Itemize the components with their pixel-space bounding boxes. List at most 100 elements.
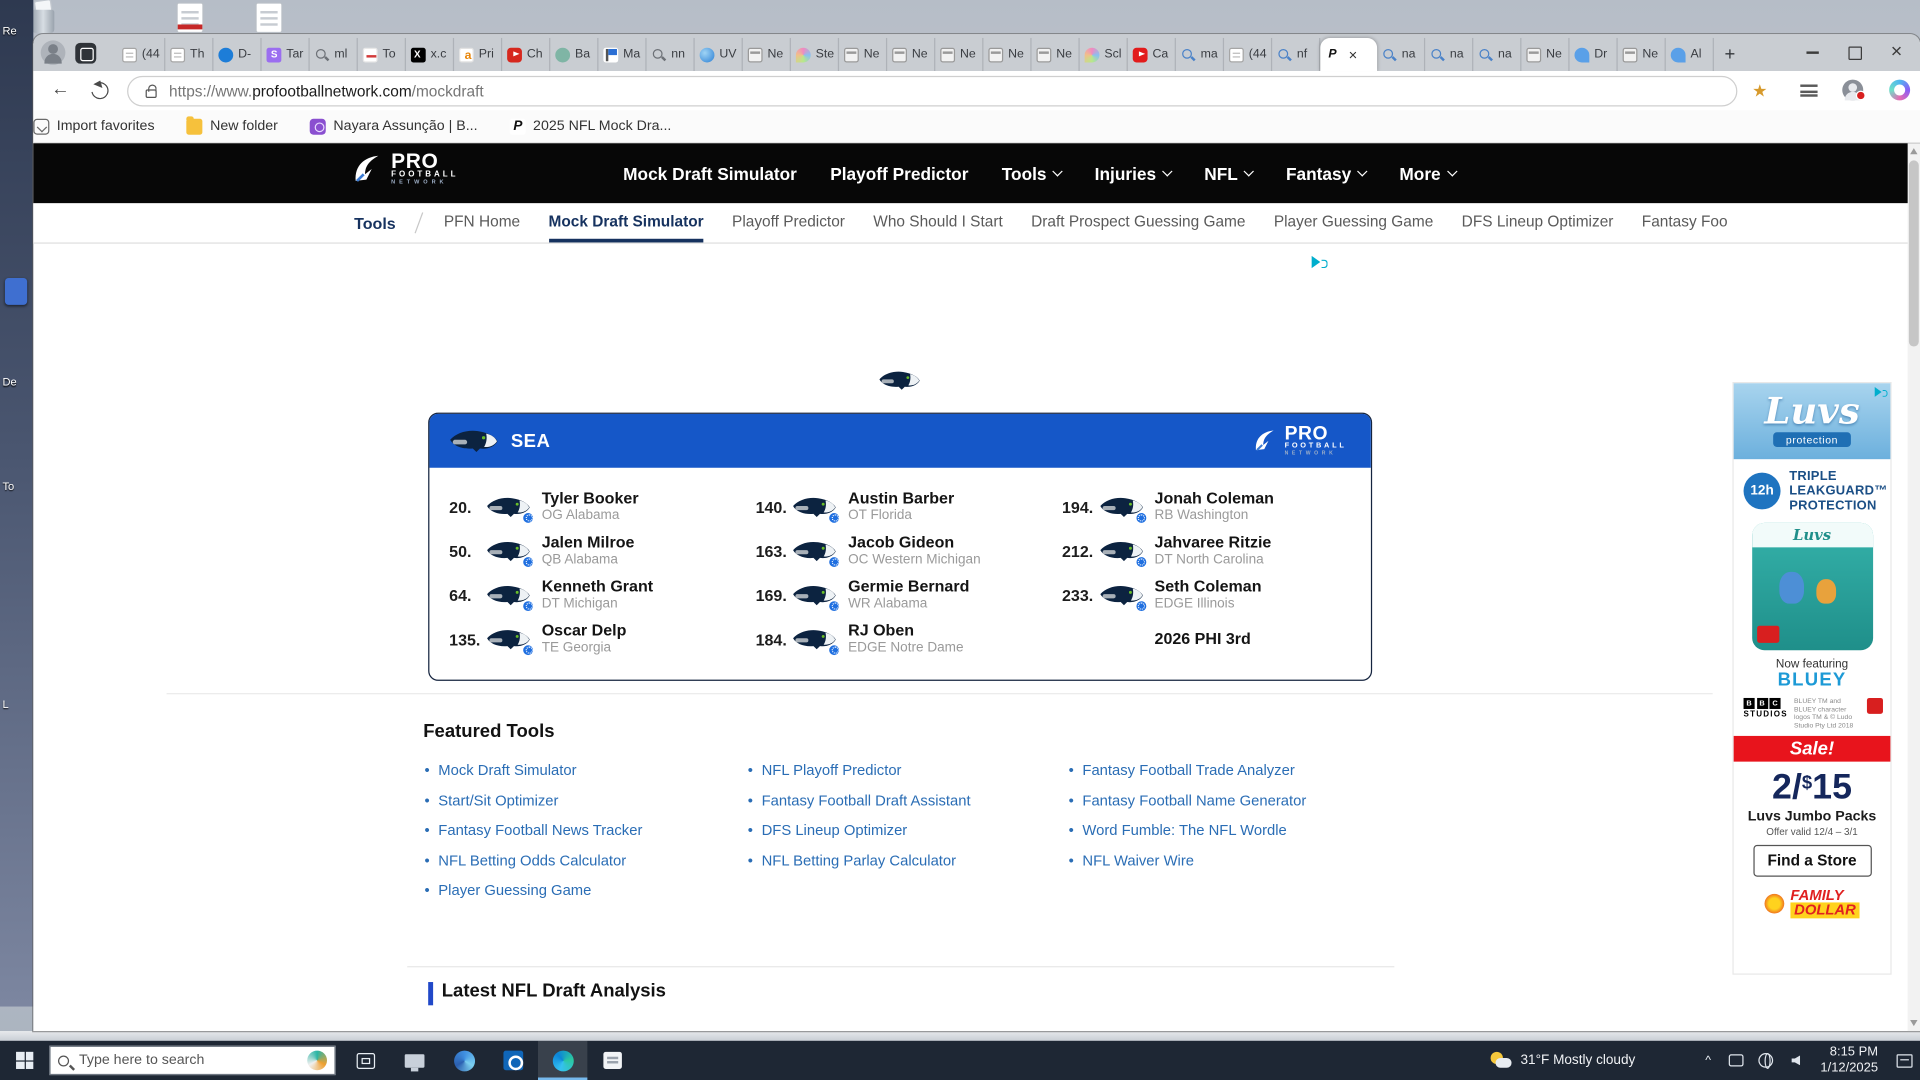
search-highlight-icon[interactable] (307, 1051, 327, 1071)
subnav-item[interactable]: Mock Draft Simulator (549, 203, 704, 242)
task-view-button[interactable] (341, 1041, 390, 1080)
browser-tab[interactable]: Ma (598, 38, 646, 71)
browser-tab[interactable]: Ne (1032, 38, 1080, 71)
taskbar-app-browser[interactable] (439, 1041, 488, 1080)
subnav-item[interactable]: PFN Home (444, 203, 520, 242)
tool-link[interactable]: Start/Sit Optimizer (438, 792, 558, 809)
page-scrollbar[interactable] (1908, 143, 1920, 1031)
find-store-button[interactable]: Find a Store (1753, 845, 1871, 877)
bookmark-item[interactable]: 2025 NFL Mock Dra... (510, 118, 672, 134)
draft-pick-row[interactable]: 169. Germie Bernard WR Alabama (756, 573, 1062, 617)
scroll-up-arrow[interactable] (1910, 148, 1917, 154)
tray-volume-icon[interactable] (1781, 1041, 1811, 1080)
tool-link[interactable]: Fantasy Football Trade Analyzer (1082, 762, 1294, 779)
subnav-item[interactable]: Player Guessing Game (1274, 203, 1433, 242)
swap-pick-icon[interactable] (522, 511, 534, 523)
scroll-down-arrow[interactable] (1910, 1020, 1917, 1026)
browser-tab[interactable]: na (1425, 38, 1473, 71)
browser-tab[interactable]: To (358, 38, 406, 71)
action-center-button[interactable] (1888, 1041, 1920, 1080)
player-name[interactable]: Kenneth Grant (542, 578, 653, 596)
swap-pick-icon[interactable] (828, 599, 840, 611)
favorite-star-icon[interactable] (1752, 81, 1768, 102)
workspaces-icon[interactable] (75, 43, 96, 64)
player-name[interactable]: Jalen Milroe (542, 534, 635, 552)
swap-pick-icon[interactable] (1135, 511, 1147, 523)
main-nav-item[interactable]: Injuries (1095, 163, 1171, 183)
tab-close-icon[interactable] (1349, 46, 1358, 63)
tool-link[interactable]: Fantasy Football Draft Assistant (762, 792, 971, 809)
subnav-root-label[interactable]: Tools (354, 203, 396, 242)
swap-pick-icon[interactable] (522, 555, 534, 567)
bookmark-item[interactable]: Import favorites (33, 118, 154, 134)
player-name[interactable]: Austin Barber (848, 490, 954, 508)
desktop-document-icon[interactable] (255, 2, 282, 33)
browser-tab[interactable]: Ch (502, 38, 550, 71)
tool-link[interactable]: NFL Betting Odds Calculator (438, 852, 626, 869)
browser-tab[interactable]: Ne (887, 38, 935, 71)
tray-device-icon[interactable] (1722, 1041, 1752, 1080)
browser-tab[interactable]: Ste (791, 38, 839, 71)
main-nav-item[interactable]: Mock Draft Simulator (623, 163, 797, 183)
draft-pick-row[interactable]: 194. Jonah Coleman RB Washington (1062, 485, 1368, 529)
draft-pick-row[interactable]: 50. Jalen Milroe QB Alabama (449, 529, 755, 573)
browser-tab[interactable]: Scl (1080, 38, 1128, 71)
bookmark-item[interactable]: Nayara Assunção | B... (310, 118, 478, 134)
swap-pick-icon[interactable] (522, 643, 534, 655)
draft-pick-row[interactable]: 140. Austin Barber OT Florida (756, 485, 1062, 529)
player-name[interactable]: Tyler Booker (542, 490, 639, 508)
tool-link[interactable]: NFL Playoff Predictor (762, 762, 902, 779)
player-name[interactable]: Oscar Delp (542, 622, 627, 640)
player-name[interactable]: Jonah Coleman (1155, 490, 1274, 508)
subnav-item[interactable]: DFS Lineup Optimizer (1462, 203, 1614, 242)
browser-tab[interactable]: nn (647, 38, 695, 71)
tool-link[interactable]: Fantasy Football News Tracker (438, 822, 642, 839)
swap-pick-icon[interactable] (828, 511, 840, 523)
subnav-item[interactable]: Who Should I Start (873, 203, 1002, 242)
taskbar-clock[interactable]: 8:15 PM 1/12/2025 (1811, 1044, 1888, 1076)
player-name[interactable]: Jahvaree Ritzie (1155, 534, 1272, 552)
draft-pick-row[interactable]: 184. RJ Oben EDGE Notre Dame (756, 617, 1062, 661)
browser-tab[interactable]: Pri (454, 38, 502, 71)
browser-tab[interactable]: Ne (1521, 38, 1569, 71)
browser-tab[interactable]: ma (1176, 38, 1224, 71)
pfn-logo[interactable]: PRO FOOTBALL NETWORK (352, 152, 459, 186)
taskbar-app-outlook[interactable] (489, 1041, 538, 1080)
address-bar[interactable]: https://www.profootballnetwork.com/mockd… (127, 76, 1737, 107)
draft-pick-row[interactable]: 212. Jahvaree Ritzie DT North Carolina (1062, 529, 1368, 573)
adchoices-icon[interactable] (1875, 387, 1888, 398)
taskbar-search-box[interactable] (49, 1046, 335, 1075)
tool-link[interactable]: Mock Draft Simulator (438, 762, 576, 779)
taskbar-app-notepad[interactable] (587, 1041, 636, 1080)
swap-pick-icon[interactable] (828, 555, 840, 567)
new-tab-button[interactable] (1714, 38, 1746, 71)
swap-pick-icon[interactable] (1135, 599, 1147, 611)
main-nav-item[interactable]: NFL (1204, 163, 1252, 183)
back-button[interactable] (49, 78, 71, 100)
main-nav-item[interactable]: Tools (1002, 163, 1062, 183)
player-name[interactable]: Jacob Gideon (848, 534, 981, 552)
player-name[interactable]: Germie Bernard (848, 578, 969, 596)
player-name[interactable]: 2026 PHI 3rd (1155, 630, 1251, 648)
browser-tab[interactable]: ml (310, 38, 358, 71)
start-button[interactable] (0, 1041, 49, 1080)
player-name[interactable]: Seth Coleman (1155, 578, 1262, 596)
swap-pick-icon[interactable] (828, 643, 840, 655)
collections-icon[interactable] (1800, 84, 1817, 96)
browser-tab[interactable]: na (1377, 38, 1425, 71)
player-name[interactable]: RJ Oben (848, 622, 963, 640)
browser-tab[interactable]: Tar (262, 38, 310, 71)
tray-network-icon[interactable] (1751, 1041, 1781, 1080)
browser-tab[interactable]: UV (695, 38, 743, 71)
browser-tab[interactable]: Al (1666, 38, 1714, 71)
browser-tab[interactable]: na (1473, 38, 1521, 71)
browser-profile-icon[interactable] (41, 40, 66, 64)
adchoices-icon[interactable] (1312, 256, 1328, 269)
main-nav-item[interactable]: More (1399, 163, 1455, 183)
draft-pick-row[interactable]: 64. Kenneth Grant DT Michigan (449, 573, 755, 617)
draft-pick-row[interactable]: 135. Oscar Delp TE Georgia (449, 617, 755, 661)
taskbar-app-monitor[interactable] (390, 1041, 439, 1080)
browser-tab[interactable]: x.c (406, 38, 454, 71)
browser-tab[interactable]: Ne (743, 38, 791, 71)
browser-tab[interactable]: Th (165, 38, 213, 71)
